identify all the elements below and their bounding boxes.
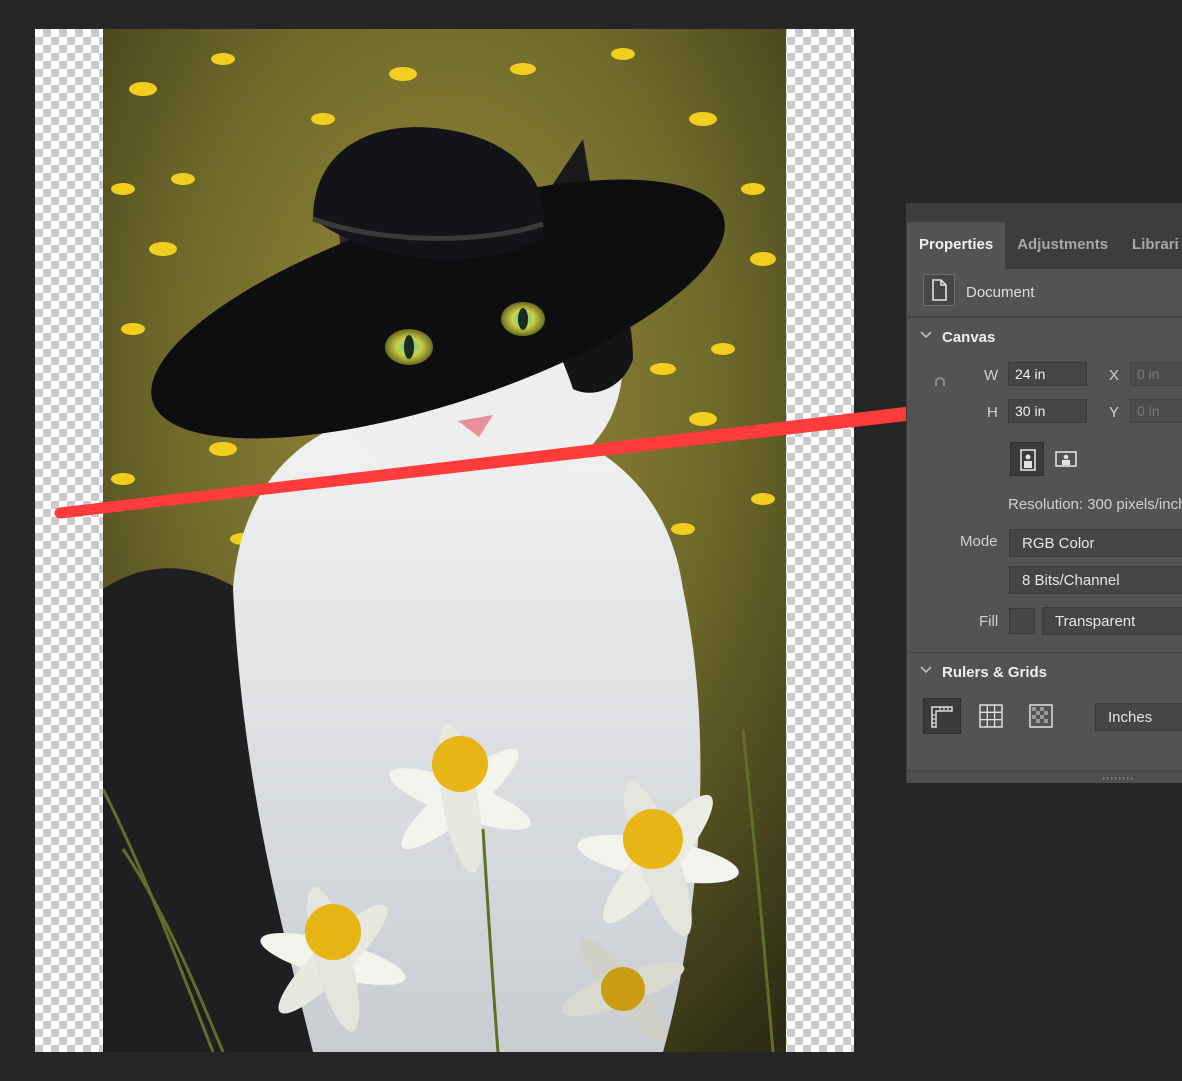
rulers-section-header[interactable]: Rulers & Grids	[907, 652, 1182, 693]
cat-artwork-image	[103, 29, 786, 1052]
landscape-orientation-icon	[1055, 451, 1077, 467]
landscape-orientation-button[interactable]	[1049, 442, 1083, 476]
rulers-toggle-button[interactable]	[923, 698, 961, 734]
document-canvas[interactable]	[35, 29, 854, 1052]
x-label: X	[1109, 367, 1120, 384]
properties-panel: Properties Adjustments Librari Document …	[906, 203, 1182, 783]
fill-dropdown[interactable]: Transparent	[1042, 607, 1182, 635]
rulers-section-title: Rulers & Grids	[942, 664, 1048, 681]
document-row: Document	[907, 269, 1182, 317]
ruler-units-dropdown[interactable]: Inches	[1095, 703, 1182, 731]
chevron-down-icon[interactable]	[919, 663, 933, 677]
resize-grip-icon[interactable]	[1103, 775, 1137, 781]
guides-toggle-button[interactable]	[1023, 698, 1057, 732]
fill-label: Fill	[979, 613, 999, 630]
x-field[interactable]: 0 in	[1130, 362, 1182, 386]
height-field[interactable]: 30 in	[1008, 399, 1087, 423]
resolution-text: Resolution: 300 pixels/inch	[1008, 496, 1182, 513]
bit-depth-dropdown[interactable]: 8 Bits/Channel	[1009, 566, 1182, 594]
tab-properties[interactable]: Properties	[907, 222, 1006, 269]
document-icon	[923, 274, 955, 306]
y-label: Y	[1109, 404, 1120, 421]
link-icon[interactable]	[933, 377, 947, 399]
portrait-orientation-button[interactable]	[1010, 442, 1044, 476]
canvas-section-header[interactable]: Canvas	[907, 317, 1182, 358]
width-field[interactable]: 24 in	[1008, 362, 1087, 386]
tab-libraries[interactable]: Librari	[1120, 222, 1182, 269]
chevron-down-icon[interactable]	[919, 328, 933, 342]
color-mode-dropdown[interactable]: RGB Color	[1009, 529, 1182, 557]
panel-tabs: Properties Adjustments Librari	[907, 222, 1182, 269]
fill-color-swatch[interactable]	[1009, 608, 1035, 634]
height-label: H	[987, 404, 998, 421]
canvas-section-title: Canvas	[942, 329, 996, 346]
width-label: W	[984, 367, 999, 384]
panel-header-strip[interactable]	[907, 204, 1182, 222]
guides-icon	[1029, 704, 1053, 728]
grid-icon	[979, 704, 1003, 728]
canvas-area[interactable]	[0, 0, 900, 1081]
tab-adjustments[interactable]: Adjustments	[1005, 222, 1120, 269]
rulers-icon	[931, 706, 953, 728]
y-field[interactable]: 0 in	[1130, 399, 1182, 423]
document-label: Document	[966, 284, 1035, 301]
mode-label: Mode	[960, 533, 998, 550]
panel-bottom-bar	[907, 770, 1182, 783]
grid-toggle-button[interactable]	[973, 698, 1007, 732]
portrait-orientation-icon	[1020, 449, 1036, 471]
